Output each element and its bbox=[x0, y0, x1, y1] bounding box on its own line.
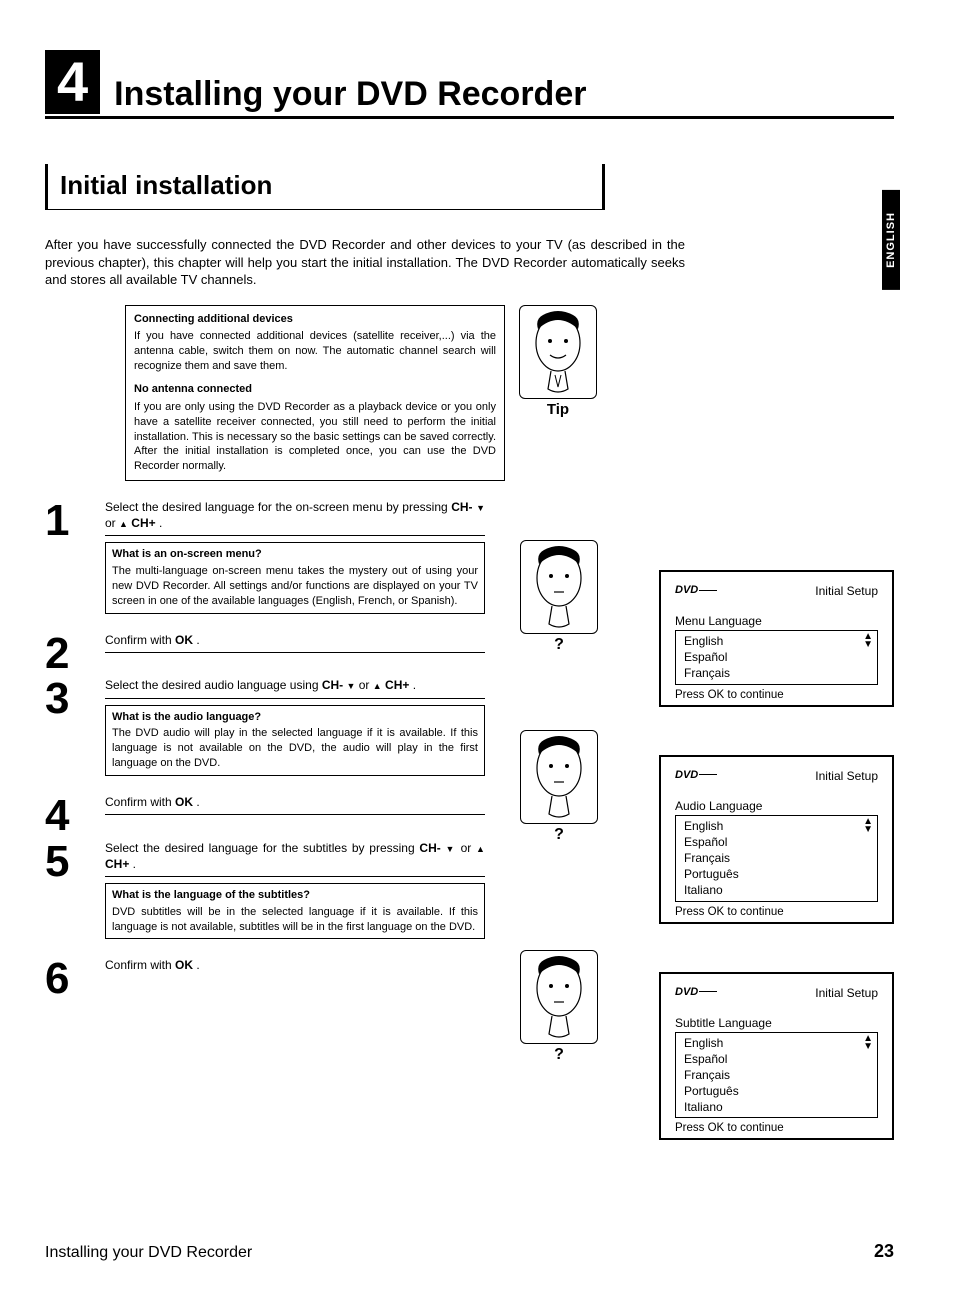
face-illustration-tip bbox=[519, 305, 597, 399]
tip-box: Connecting additional devices If you hav… bbox=[125, 305, 505, 481]
page-number: 23 bbox=[874, 1241, 894, 1262]
step-1-text: Select the desired language for the on-s… bbox=[105, 499, 485, 536]
step-5-callout-text: DVD subtitles will be in the selected la… bbox=[112, 906, 478, 933]
osd-language-list: ▲▼ English Español Français Português It… bbox=[675, 815, 878, 902]
step-2-number: 2 bbox=[45, 632, 105, 674]
step-2-text: Confirm with OK . bbox=[105, 632, 485, 653]
step-3-callout-heading: What is the audio language? bbox=[112, 710, 478, 725]
osd-option: English bbox=[684, 633, 869, 649]
tip-paragraph-2: If you are only using the DVD Recorder a… bbox=[134, 401, 496, 472]
osd-label: Subtitle Language bbox=[675, 1016, 878, 1030]
page-footer: Installing your DVD Recorder 23 bbox=[45, 1241, 894, 1262]
section-title: Initial installation bbox=[60, 170, 590, 201]
osd-option: Português bbox=[684, 1083, 869, 1099]
osd-option: English bbox=[684, 1035, 869, 1051]
step-3-callout: What is the audio language? The DVD audi… bbox=[105, 705, 485, 776]
face-illustration-q2: ? bbox=[520, 730, 598, 844]
osd-title: Initial Setup bbox=[815, 769, 878, 783]
updown-arrows-icon: ▲▼ bbox=[863, 818, 873, 834]
section-title-box: Initial installation bbox=[45, 164, 605, 210]
step-4-text: Confirm with OK . bbox=[105, 794, 485, 815]
osd-option: English bbox=[684, 818, 869, 834]
osd-option: Italiano bbox=[684, 882, 869, 898]
osd-language-list: ▲▼ English Español Français Português It… bbox=[675, 1032, 878, 1119]
osd-title: Initial Setup bbox=[815, 584, 878, 598]
language-tab: ENGLISH bbox=[882, 190, 900, 290]
tip-heading-1: Connecting additional devices bbox=[134, 312, 496, 327]
osd-footer: Press OK to continue bbox=[675, 689, 878, 701]
osd-screen-subtitle-language: DVD Initial Setup Subtitle Language ▲▼ En… bbox=[659, 972, 894, 1141]
step-5-number: 5 bbox=[45, 840, 105, 882]
osd-option: Italiano bbox=[684, 1099, 869, 1115]
chapter-number: 4 bbox=[45, 50, 100, 114]
tip-label: Tip bbox=[519, 401, 597, 418]
osd-option: Español bbox=[684, 649, 869, 665]
step-1-callout-text: The multi-language on-screen menu takes … bbox=[112, 565, 478, 607]
osd-screen-audio-language: DVD Initial Setup Audio Language ▲▼ Engli… bbox=[659, 755, 894, 924]
osd-option: Français bbox=[684, 1067, 869, 1083]
chapter-title: Installing your DVD Recorder bbox=[114, 75, 586, 114]
chevron-up-icon bbox=[373, 678, 382, 692]
face-illustration-q1: ? bbox=[520, 540, 598, 654]
step-1-number: 1 bbox=[45, 499, 105, 541]
step-3-number: 3 bbox=[45, 677, 105, 719]
tip-face-column: Tip bbox=[519, 305, 597, 418]
step-3-text: Select the desired audio language using … bbox=[105, 677, 485, 698]
step-3-callout-text: The DVD audio will play in the selected … bbox=[112, 727, 478, 769]
tip-heading-2: No antenna connected bbox=[134, 382, 496, 397]
osd-language-list: ▲▼ English Español Français bbox=[675, 630, 878, 685]
chapter-header: 4 Installing your DVD Recorder bbox=[45, 50, 894, 119]
osd-screens-column: DVD Initial Setup Menu Language ▲▼ Englis… bbox=[659, 570, 894, 1188]
step-5-text: Select the desired language for the subt… bbox=[105, 840, 485, 877]
osd-option: Español bbox=[684, 834, 869, 850]
dvd-logo: DVD bbox=[675, 986, 717, 1000]
intro-paragraph: After you have successfully connected th… bbox=[45, 236, 685, 289]
osd-footer: Press OK to continue bbox=[675, 1122, 878, 1134]
chevron-up-icon bbox=[476, 841, 485, 855]
step-1-callout: What is an on-screen menu? The multi-lan… bbox=[105, 542, 485, 613]
footer-chapter-title: Installing your DVD Recorder bbox=[45, 1244, 252, 1262]
osd-option: Português bbox=[684, 866, 869, 882]
step-6-text: Confirm with OK . bbox=[105, 957, 485, 977]
chevron-down-icon bbox=[446, 841, 456, 855]
osd-label: Menu Language bbox=[675, 614, 878, 628]
osd-screen-menu-language: DVD Initial Setup Menu Language ▲▼ Englis… bbox=[659, 570, 894, 707]
osd-option: Español bbox=[684, 1051, 869, 1067]
osd-label: Audio Language bbox=[675, 799, 878, 813]
step-5-callout: What is the language of the subtitles? D… bbox=[105, 883, 485, 940]
osd-option: Français bbox=[684, 850, 869, 866]
step-5-callout-heading: What is the language of the subtitles? bbox=[112, 888, 478, 903]
step-6-number: 6 bbox=[45, 957, 105, 999]
step-1-callout-heading: What is an on-screen menu? bbox=[112, 547, 478, 562]
tip-paragraph-1: If you have connected additional devices… bbox=[134, 330, 496, 372]
updown-arrows-icon: ▲▼ bbox=[863, 633, 873, 649]
chevron-down-icon bbox=[476, 500, 485, 514]
osd-title: Initial Setup bbox=[815, 986, 878, 1000]
face-illustration-q3: ? bbox=[520, 950, 598, 1064]
dvd-logo: DVD bbox=[675, 769, 717, 783]
osd-footer: Press OK to continue bbox=[675, 906, 878, 918]
step-4-number: 4 bbox=[45, 794, 105, 836]
osd-option: Français bbox=[684, 665, 869, 681]
tip-row: Connecting additional devices If you hav… bbox=[125, 305, 894, 481]
chevron-up-icon bbox=[119, 516, 128, 530]
dvd-logo: DVD bbox=[675, 584, 717, 598]
updown-arrows-icon: ▲▼ bbox=[863, 1035, 873, 1051]
